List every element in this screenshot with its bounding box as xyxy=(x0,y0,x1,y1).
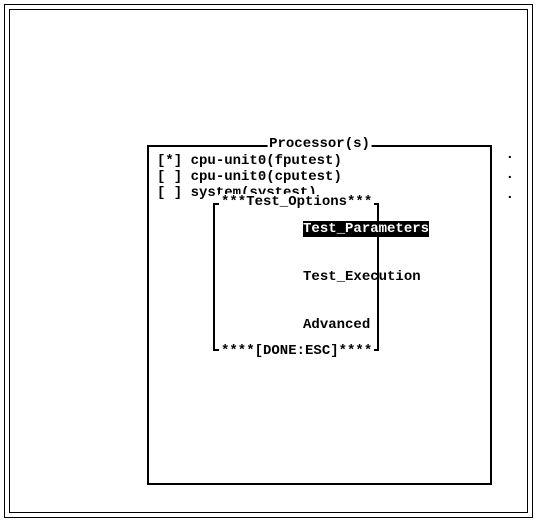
submenu-title: ***Test_Options*** xyxy=(219,194,374,210)
window-frame: Processor(s) [*] cpu-unit0(fputest) [ ] … xyxy=(4,4,533,518)
dot-icon: . xyxy=(506,147,514,163)
menu-item-test-parameters[interactable]: Test_Parameters xyxy=(219,205,373,253)
test-options-menu: ***Test_Options*** Test_Parameters Test_… xyxy=(213,203,379,351)
dot-icon: . xyxy=(506,187,514,203)
menu-item-advanced[interactable]: Advanced xyxy=(219,301,373,349)
checkbox-icon[interactable]: [*] xyxy=(157,153,182,169)
item-label: cpu-unit0(fputest) xyxy=(182,153,342,169)
list-item[interactable]: [*] cpu-unit0(fputest) xyxy=(157,153,482,169)
menu-item-test-execution[interactable]: Test_Execution xyxy=(219,253,373,301)
checkbox-icon[interactable]: [ ] xyxy=(157,185,182,201)
list-item[interactable]: [ ] cpu-unit0(cputest) xyxy=(157,169,482,185)
item-label: cpu-unit0(cputest) xyxy=(182,169,342,185)
menu-item-label: Test_Parameters xyxy=(303,221,429,237)
scroll-indicator: . . . xyxy=(506,147,514,207)
checkbox-icon[interactable]: [ ] xyxy=(157,169,182,185)
dot-icon: . xyxy=(506,167,514,183)
panel-title: Processor(s) xyxy=(267,136,372,152)
processor-panel: Processor(s) [*] cpu-unit0(fputest) [ ] … xyxy=(147,145,492,485)
menu-item-label: Test_Execution xyxy=(303,269,421,285)
content-area: Processor(s) [*] cpu-unit0(fputest) [ ] … xyxy=(147,145,492,485)
submenu-footer: ****[DONE:ESC]**** xyxy=(219,343,374,359)
menu-item-label: Advanced xyxy=(303,317,370,333)
